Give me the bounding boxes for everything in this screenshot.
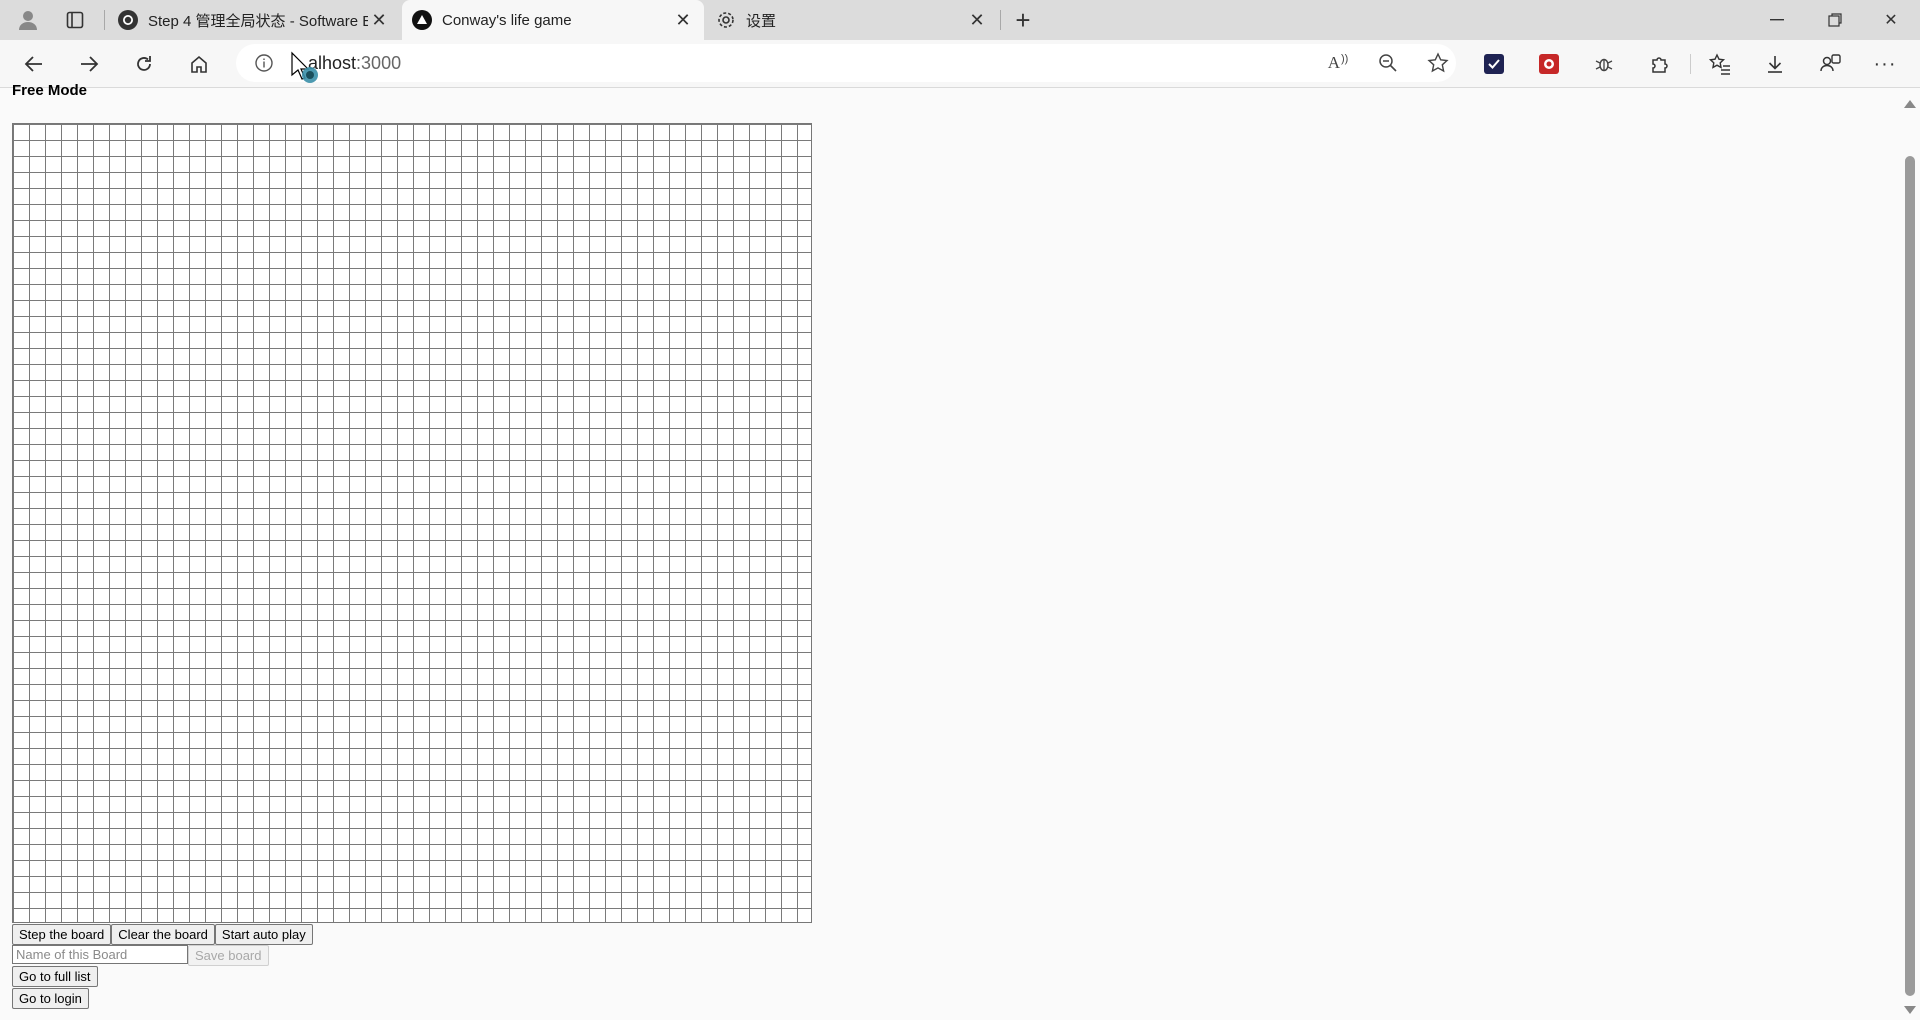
address-text: alhost:3000 [308,53,402,73]
step-board-button[interactable]: Step the board [12,924,112,945]
tab-settings[interactable]: 设置 ✕ [706,0,998,40]
forward-icon[interactable] [71,46,107,82]
scrollbar-thumb[interactable] [1905,156,1915,996]
close-tab-icon[interactable]: ✕ [966,9,988,31]
board-controls: Step the board Clear the board Start aut… [12,924,313,1009]
minimize-icon[interactable] [1748,0,1806,40]
favorite-star-icon[interactable] [1426,51,1450,75]
gear-icon [716,10,736,30]
tab-strip: Step 4 管理全局状态 - Software E ✕ Conway's li… [0,0,1920,41]
extensions-puzzle-icon[interactable] [1645,50,1673,78]
downloads-icon[interactable] [1761,50,1789,78]
extension-check-icon[interactable] [1480,50,1508,78]
more-menu-icon[interactable]: ··· [1871,50,1899,78]
close-tab-icon[interactable]: ✕ [368,9,390,31]
start-auto-play-button[interactable]: Start auto play [214,924,313,945]
game-board-grid[interactable] [12,123,812,923]
extension-bug-icon[interactable] [1590,50,1618,78]
tab-title: Step 4 管理全局状态 - Software E [148,12,368,30]
share-profile-icon[interactable] [1816,50,1844,78]
favorites-list-icon[interactable] [1706,50,1734,78]
home-icon[interactable] [181,46,217,82]
close-window-icon[interactable]: ✕ [1862,0,1920,40]
tab-title: 设置 [746,12,777,30]
page-content: Free Mode Step the board Clear the board… [0,82,1900,1020]
site-info-icon[interactable] [254,53,274,73]
page-title: Free Mode [12,82,88,99]
back-icon[interactable] [16,46,52,82]
github-icon [118,10,138,30]
address-bar[interactable]: alhost:3000 A)) [236,44,1456,82]
tab-step4[interactable]: Step 4 管理全局状态 - Software E ✕ [108,0,400,40]
read-aloud-icon[interactable]: A)) [1326,51,1350,75]
extension-red-icon[interactable] [1535,50,1563,78]
mouse-cursor-icon [290,51,320,87]
scroll-up-icon[interactable] [1904,100,1916,108]
new-tab-button[interactable]: + [1008,5,1038,35]
react-app-icon [412,10,432,30]
tab-title: Conway's life game [442,11,572,29]
save-board-button[interactable]: Save board [188,945,269,966]
go-to-login-button[interactable]: Go to login [12,988,89,1009]
zoom-out-icon[interactable] [1376,51,1400,75]
profile-avatar-icon[interactable] [13,6,43,34]
restore-icon[interactable] [1806,0,1864,40]
vertical-scrollbar[interactable] [1900,88,1920,1020]
board-name-input[interactable] [12,945,188,964]
scroll-down-icon[interactable] [1904,1006,1916,1014]
close-tab-icon[interactable]: ✕ [672,9,694,31]
clear-board-button[interactable]: Clear the board [111,924,215,945]
browser-toolbar: alhost:3000 A)) ··· [0,40,1920,88]
refresh-icon[interactable] [126,46,162,82]
go-to-full-list-button[interactable]: Go to full list [12,966,98,987]
tab-actions-icon[interactable] [60,6,90,34]
tab-conway[interactable]: Conway's life game ✕ [402,0,704,40]
